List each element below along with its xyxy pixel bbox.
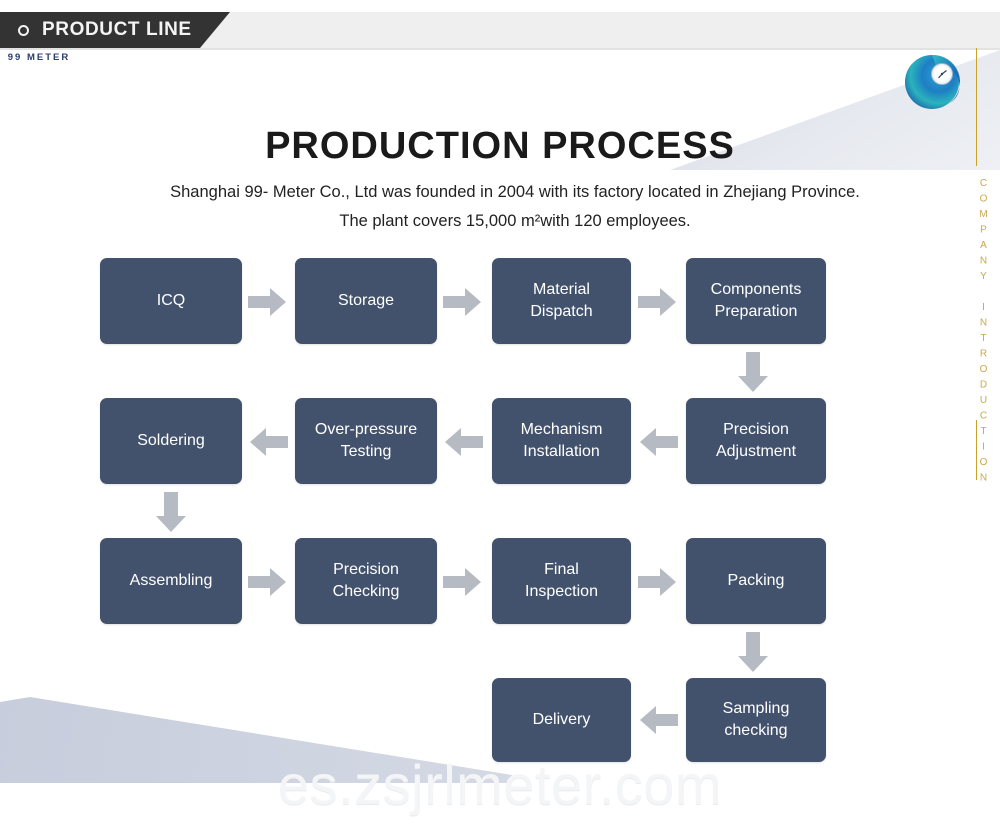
arrow-down-icon bbox=[156, 492, 186, 532]
page-title: PRODUCTION PROCESS bbox=[265, 125, 735, 167]
logo-text: 99 METER bbox=[7, 52, 71, 63]
flow-node: Packing bbox=[686, 538, 826, 624]
flow-node-label: Final Inspection bbox=[525, 561, 598, 600]
flow-node-label: Components Preparation bbox=[710, 281, 802, 320]
flow-node-label: Mechanism Installation bbox=[520, 421, 603, 460]
arrow-left-icon bbox=[640, 706, 678, 734]
flow-node-label: Delivery bbox=[532, 711, 591, 728]
flow-node: Soldering bbox=[100, 398, 242, 484]
flow-node: Assembling bbox=[100, 538, 242, 624]
header-underline bbox=[0, 48, 1000, 50]
slide-canvas: PRODUCT LINE 99 METER COMPANY INTRODUCTI… bbox=[0, 0, 1000, 832]
flow-node: Material Dispatch bbox=[492, 258, 631, 344]
flow-node: Final Inspection bbox=[492, 538, 631, 624]
flow-node-label: Assembling bbox=[129, 572, 213, 589]
arrow-right-icon bbox=[248, 288, 286, 316]
spiral-meter-logo-icon bbox=[893, 52, 971, 132]
flow-node: Over-pressure Testing bbox=[295, 398, 437, 484]
flow-node: Delivery bbox=[492, 678, 631, 762]
arrow-down-icon bbox=[738, 352, 768, 392]
flow-node: Mechanism Installation bbox=[492, 398, 631, 484]
flow-node-label: Precision Adjustment bbox=[715, 421, 797, 460]
arrow-left-icon bbox=[640, 428, 678, 456]
ring-icon bbox=[18, 24, 29, 36]
arrow-right-icon bbox=[638, 568, 676, 596]
flow-node-label: Storage bbox=[337, 292, 395, 309]
arrow-right-icon bbox=[248, 568, 286, 596]
flow-node-label: Sampling checking bbox=[722, 700, 790, 739]
header-title: PRODUCT LINE bbox=[42, 19, 192, 40]
page-subtitle: Shanghai 99- Meter Co., Ltd was founded … bbox=[170, 183, 860, 230]
flow-node-label: Precision Checking bbox=[332, 561, 400, 600]
watermark: es.zsjrlmeter.com bbox=[277, 753, 723, 816]
arrow-right-icon bbox=[443, 288, 481, 316]
flow-node-label: Over-pressure Testing bbox=[314, 421, 418, 460]
flow-node-label: Soldering bbox=[137, 432, 205, 449]
flow-node-label: Packing bbox=[727, 572, 785, 589]
arrow-left-icon bbox=[445, 428, 483, 456]
flow-node: Precision Checking bbox=[295, 538, 437, 624]
flow-node: Storage bbox=[295, 258, 437, 344]
flow-node: ICQ bbox=[100, 258, 242, 344]
arrow-left-icon bbox=[250, 428, 288, 456]
arrow-right-icon bbox=[638, 288, 676, 316]
flow-node: Precision Adjustment bbox=[686, 398, 826, 484]
gold-rule-bottom bbox=[976, 420, 977, 480]
flow-node: Sampling checking bbox=[686, 678, 826, 762]
arrow-right-icon bbox=[443, 568, 481, 596]
flow-node-label: ICQ bbox=[156, 292, 186, 309]
arrow-down-icon bbox=[738, 632, 768, 672]
flow-node-label: Material Dispatch bbox=[530, 281, 593, 320]
flow-node: Components Preparation bbox=[686, 258, 826, 344]
